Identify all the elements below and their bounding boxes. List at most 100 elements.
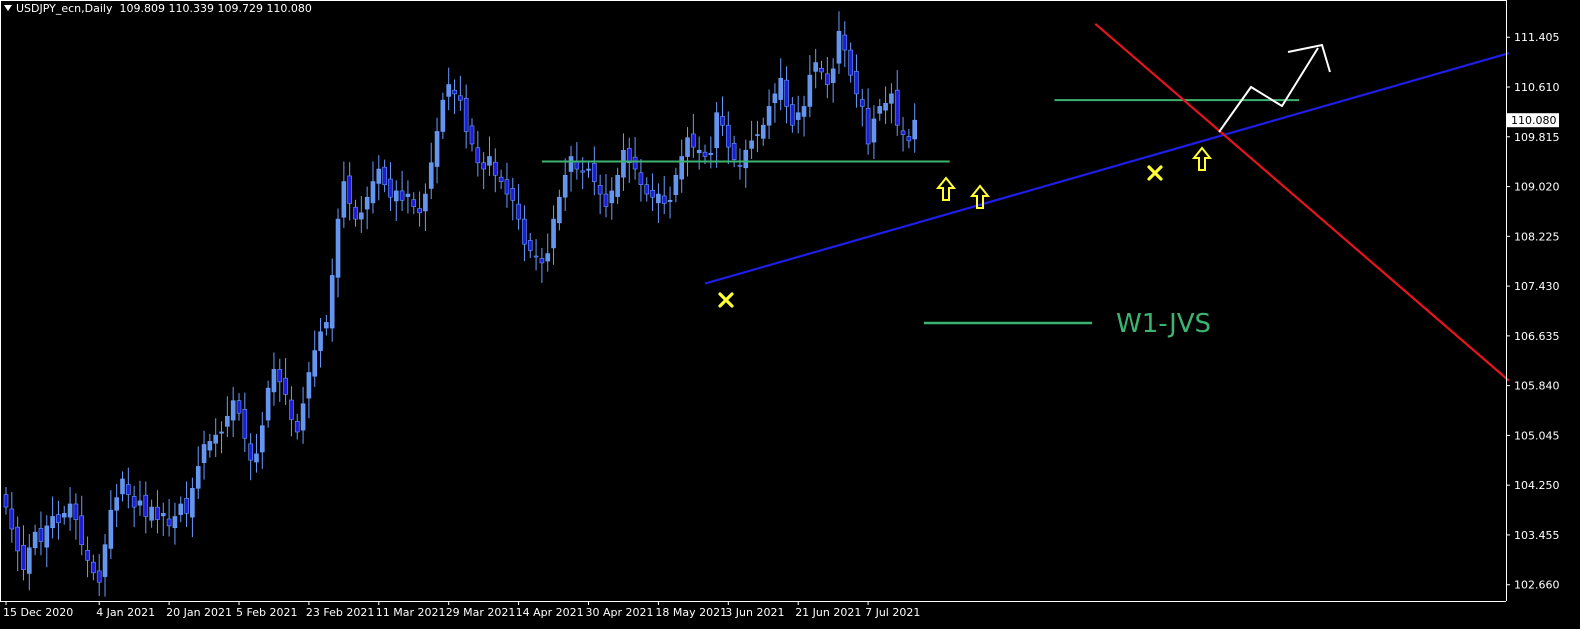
candle-body — [527, 240, 533, 251]
candle-body — [359, 212, 364, 220]
y-tick-label: 105.045 — [1514, 429, 1560, 442]
candle-body — [574, 161, 580, 170]
candle-body — [259, 425, 265, 453]
candle-body — [428, 162, 434, 189]
candle-body — [120, 478, 125, 495]
candle-body — [510, 188, 516, 201]
candle-body — [324, 322, 329, 329]
candle-body — [131, 496, 137, 508]
candle-body — [364, 196, 370, 210]
candle-body — [166, 518, 172, 527]
candle-body — [184, 498, 189, 514]
candle-body — [603, 193, 609, 207]
candle-body — [271, 369, 277, 393]
projection-path — [1218, 47, 1319, 133]
candle-body — [481, 162, 486, 170]
candle-body — [772, 93, 778, 103]
y-tick-label: 109.815 — [1514, 131, 1560, 144]
candle-body — [586, 168, 591, 171]
candle-body — [370, 181, 376, 204]
candle-body — [248, 443, 253, 461]
candle-body — [190, 488, 195, 518]
candle-body — [67, 503, 73, 518]
candle-body — [195, 466, 201, 489]
candle-body — [766, 106, 772, 126]
cross-marker-icon — [718, 292, 734, 308]
current-price-label: 110.080 — [1511, 114, 1557, 127]
candle-body — [225, 416, 230, 427]
y-tick-label: 107.430 — [1514, 280, 1560, 293]
candle-body — [96, 570, 102, 583]
candle-body — [708, 153, 714, 155]
candle-body — [353, 206, 358, 220]
x-tick-label: 14 Apr 2021 — [516, 606, 584, 619]
candle-body — [859, 99, 865, 107]
candle-body — [516, 203, 521, 220]
candle-body — [277, 369, 283, 383]
x-tick-label: 29 Mar 2021 — [446, 606, 516, 619]
candle-body — [498, 176, 504, 182]
cross-marker-icon — [1147, 165, 1163, 181]
candle-body — [889, 93, 894, 104]
candle-body — [446, 84, 452, 97]
candle-body — [784, 79, 789, 107]
y-tick-label: 104.250 — [1514, 479, 1560, 492]
candle-body — [807, 74, 813, 107]
up-arrow-icon — [1191, 146, 1213, 171]
candle-body — [417, 208, 422, 214]
candle-body — [306, 372, 312, 399]
candle-body — [312, 350, 318, 377]
x-tick-label: 15 Dec 2020 — [3, 606, 73, 619]
y-tick-label: 103.455 — [1514, 529, 1560, 542]
candle-body — [335, 218, 341, 278]
up-arrow-icon — [935, 176, 957, 201]
candle-body — [539, 258, 545, 264]
candle-body — [562, 174, 568, 198]
price-chart[interactable]: 111.405 110.610 109.815 109.020 108.225 107.4… — [0, 0, 1580, 629]
candle-body — [848, 49, 853, 76]
legend-label: W1-JVS — [1116, 309, 1211, 339]
candle-body — [813, 62, 818, 72]
candle-body — [883, 102, 888, 111]
y-tick-label: 109.020 — [1514, 181, 1560, 194]
candle-body — [673, 174, 679, 195]
candle-body — [702, 151, 708, 157]
candle-body — [452, 89, 457, 95]
candle-body — [3, 494, 9, 508]
candle-body — [393, 190, 399, 202]
candle-body — [580, 170, 585, 173]
candle-body — [685, 137, 690, 157]
x-tick-label: 21 Jun 2021 — [795, 606, 861, 619]
candle-body — [21, 544, 26, 570]
x-tick-label: 18 May 2021 — [655, 606, 727, 619]
candle-body — [621, 149, 626, 178]
candle-body — [126, 484, 131, 495]
y-tick-label: 105.840 — [1514, 380, 1560, 393]
candle-body — [475, 147, 481, 164]
candle-body — [691, 133, 696, 148]
candle-body — [912, 119, 918, 140]
candle-body — [825, 73, 830, 85]
candle-body — [108, 509, 114, 549]
candle-body — [656, 193, 661, 204]
candle-body — [790, 104, 795, 126]
candle-body — [533, 255, 539, 258]
candle-body — [73, 503, 79, 520]
candle-body — [830, 68, 836, 83]
candle-body — [143, 494, 149, 517]
candle-body — [38, 528, 44, 542]
y-tick-label: 108.225 — [1514, 230, 1560, 243]
candle-body — [329, 275, 335, 329]
x-tick-label: 3 Jun 2021 — [725, 606, 784, 619]
candle-body — [376, 168, 382, 184]
candle-body — [9, 508, 15, 530]
candle-body — [318, 331, 323, 351]
candle-body — [667, 200, 673, 202]
candle-body — [458, 95, 463, 101]
candle-body — [778, 77, 784, 100]
candle-body — [638, 172, 644, 185]
candle-body — [155, 506, 160, 520]
candle-body — [178, 503, 184, 515]
candle-body — [696, 149, 702, 154]
candle-body — [440, 99, 446, 132]
